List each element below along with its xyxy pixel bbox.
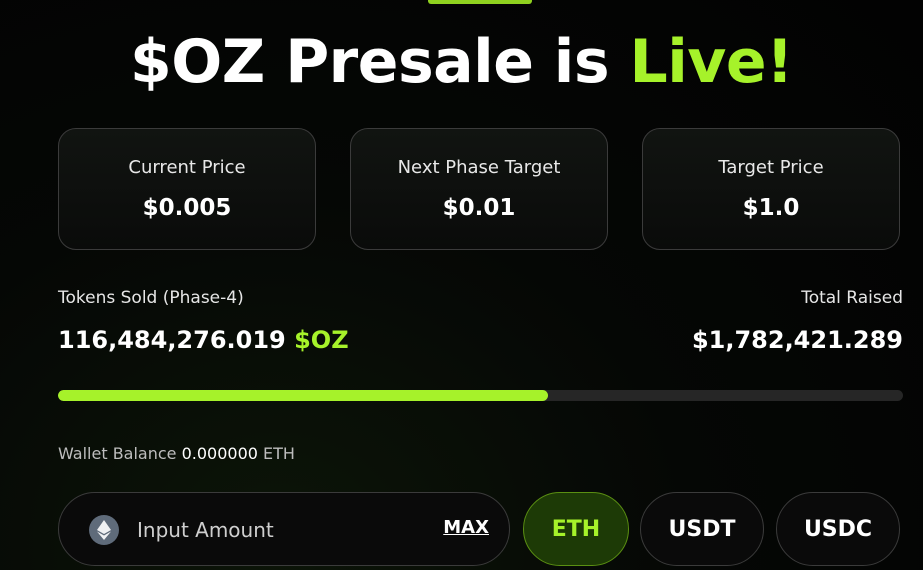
presale-progress-fill — [58, 390, 549, 401]
tokens-sold-label: Tokens Sold (Phase-4) — [58, 288, 244, 308]
title-main: $OZ Presale is — [130, 27, 610, 97]
amount-input[interactable] — [135, 511, 419, 549]
total-raised-label: Total Raised — [801, 288, 903, 308]
current-price-card: Current Price $0.005 — [58, 128, 316, 250]
amount-input-box[interactable]: MAX — [58, 492, 510, 566]
top-tab-indicator — [428, 0, 532, 4]
tokens-sold-ticker: $OZ — [294, 326, 349, 354]
next-phase-target-card: Next Phase Target $0.01 — [350, 128, 608, 250]
current-price-label: Current Price — [128, 157, 246, 178]
currency-usdc-button[interactable]: USDC — [776, 492, 900, 566]
wallet-balance-unit: ETH — [263, 444, 295, 463]
target-price-card: Target Price $1.0 — [642, 128, 900, 250]
next-phase-target-label: Next Phase Target — [397, 157, 561, 178]
wallet-balance-amount: 0.000000 — [181, 444, 258, 463]
target-price-value: $1.0 — [742, 195, 800, 221]
tokens-sold-amount: 116,484,276.019 — [58, 326, 286, 354]
presale-widget: $OZ Presale is Live! Current Price $0.00… — [0, 0, 923, 570]
wallet-balance: Wallet Balance 0.000000 ETH — [58, 444, 295, 463]
target-price-label: Target Price — [718, 157, 824, 178]
next-phase-target-value: $0.01 — [442, 195, 516, 221]
page-title: $OZ Presale is Live! — [0, 24, 923, 100]
currency-eth-button[interactable]: ETH — [523, 492, 629, 566]
max-button[interactable]: MAX — [443, 517, 489, 538]
current-price-value: $0.005 — [142, 195, 232, 221]
title-accent: Live! — [629, 27, 793, 97]
total-raised-value: $1,782,421.289 — [691, 326, 903, 354]
presale-progress-bar — [58, 390, 903, 401]
ethereum-icon — [89, 515, 119, 545]
currency-usdt-button[interactable]: USDT — [640, 492, 764, 566]
wallet-balance-label: Wallet Balance — [58, 444, 177, 463]
tokens-sold-value: 116,484,276.019 $OZ — [58, 326, 349, 354]
